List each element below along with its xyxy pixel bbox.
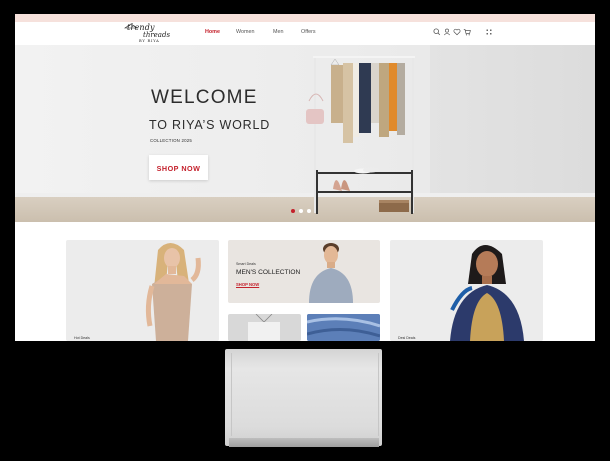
monitor-stand-base: [229, 438, 379, 447]
search-icon[interactable]: [432, 27, 442, 37]
category-cards: Hot Deals Smart Deals MEN'S COLLECTION S…: [15, 222, 595, 341]
card-small-right[interactable]: [307, 314, 380, 341]
mens-collection-card[interactable]: Smart Deals MEN'S COLLECTION SHOP NOW: [228, 240, 380, 303]
nav-home[interactable]: Home: [205, 29, 220, 35]
carousel-dot-2[interactable]: [299, 209, 303, 213]
shirt-hanger-image: [248, 314, 280, 341]
cart-icon[interactable]: [462, 27, 472, 37]
desi-deals-card[interactable]: Desi Deals: [390, 240, 543, 341]
carousel-dot-1[interactable]: [291, 209, 295, 213]
desi-deals-label: Desi Deals: [398, 336, 416, 340]
carousel-dot-3[interactable]: [307, 209, 311, 213]
woman-ethnic-image: [450, 245, 524, 341]
card-small-left[interactable]: [228, 314, 301, 341]
shop-now-label: SHOP NOW: [156, 164, 201, 173]
man-model-image: [309, 243, 353, 303]
hot-deals-label: Hot Deals: [74, 336, 90, 340]
nav-men[interactable]: Men: [273, 29, 284, 35]
heart-icon[interactable]: [452, 27, 462, 37]
brand-logo[interactable]: trendy threads BY RIYA: [123, 22, 183, 45]
hero-collection-label: COLLECTION 2025: [150, 138, 193, 143]
hero-banner: WELCOME TO RIYA’S WORLD COLLECTION 2025 …: [15, 45, 595, 222]
monitor-screen: trendy threads BY RIYA Home Women Men Of…: [15, 14, 595, 341]
mens-card-title: MEN'S COLLECTION: [236, 269, 301, 276]
announcement-strip: [15, 14, 595, 22]
grid-menu-icon[interactable]: [484, 27, 494, 37]
user-icon[interactable]: [442, 27, 452, 37]
mens-card-tag: Smart Deals: [236, 262, 256, 266]
shop-now-button[interactable]: SHOP NOW: [149, 155, 208, 180]
wall-shade: [430, 45, 595, 197]
clothes-rack-image: [306, 56, 415, 214]
nav-offers[interactable]: Offers: [301, 29, 316, 35]
monitor-stand-edges: [231, 353, 379, 436]
nav-women[interactable]: Women: [236, 29, 254, 35]
denim-image: [307, 314, 380, 341]
mens-shop-now-link[interactable]: SHOP NOW: [236, 282, 259, 287]
carousel-dots: [291, 209, 315, 214]
navbar: trendy threads BY RIYA Home Women Men Of…: [15, 22, 595, 45]
woman-model-image: [145, 243, 201, 341]
hot-deals-card[interactable]: Hot Deals: [66, 240, 219, 341]
logo-line-3: BY RIYA: [139, 39, 160, 43]
hero-title: WELCOME: [151, 87, 258, 108]
logo-line-2: threads: [143, 31, 171, 39]
hero-subtitle: TO RIYA’S WORLD: [149, 118, 271, 132]
